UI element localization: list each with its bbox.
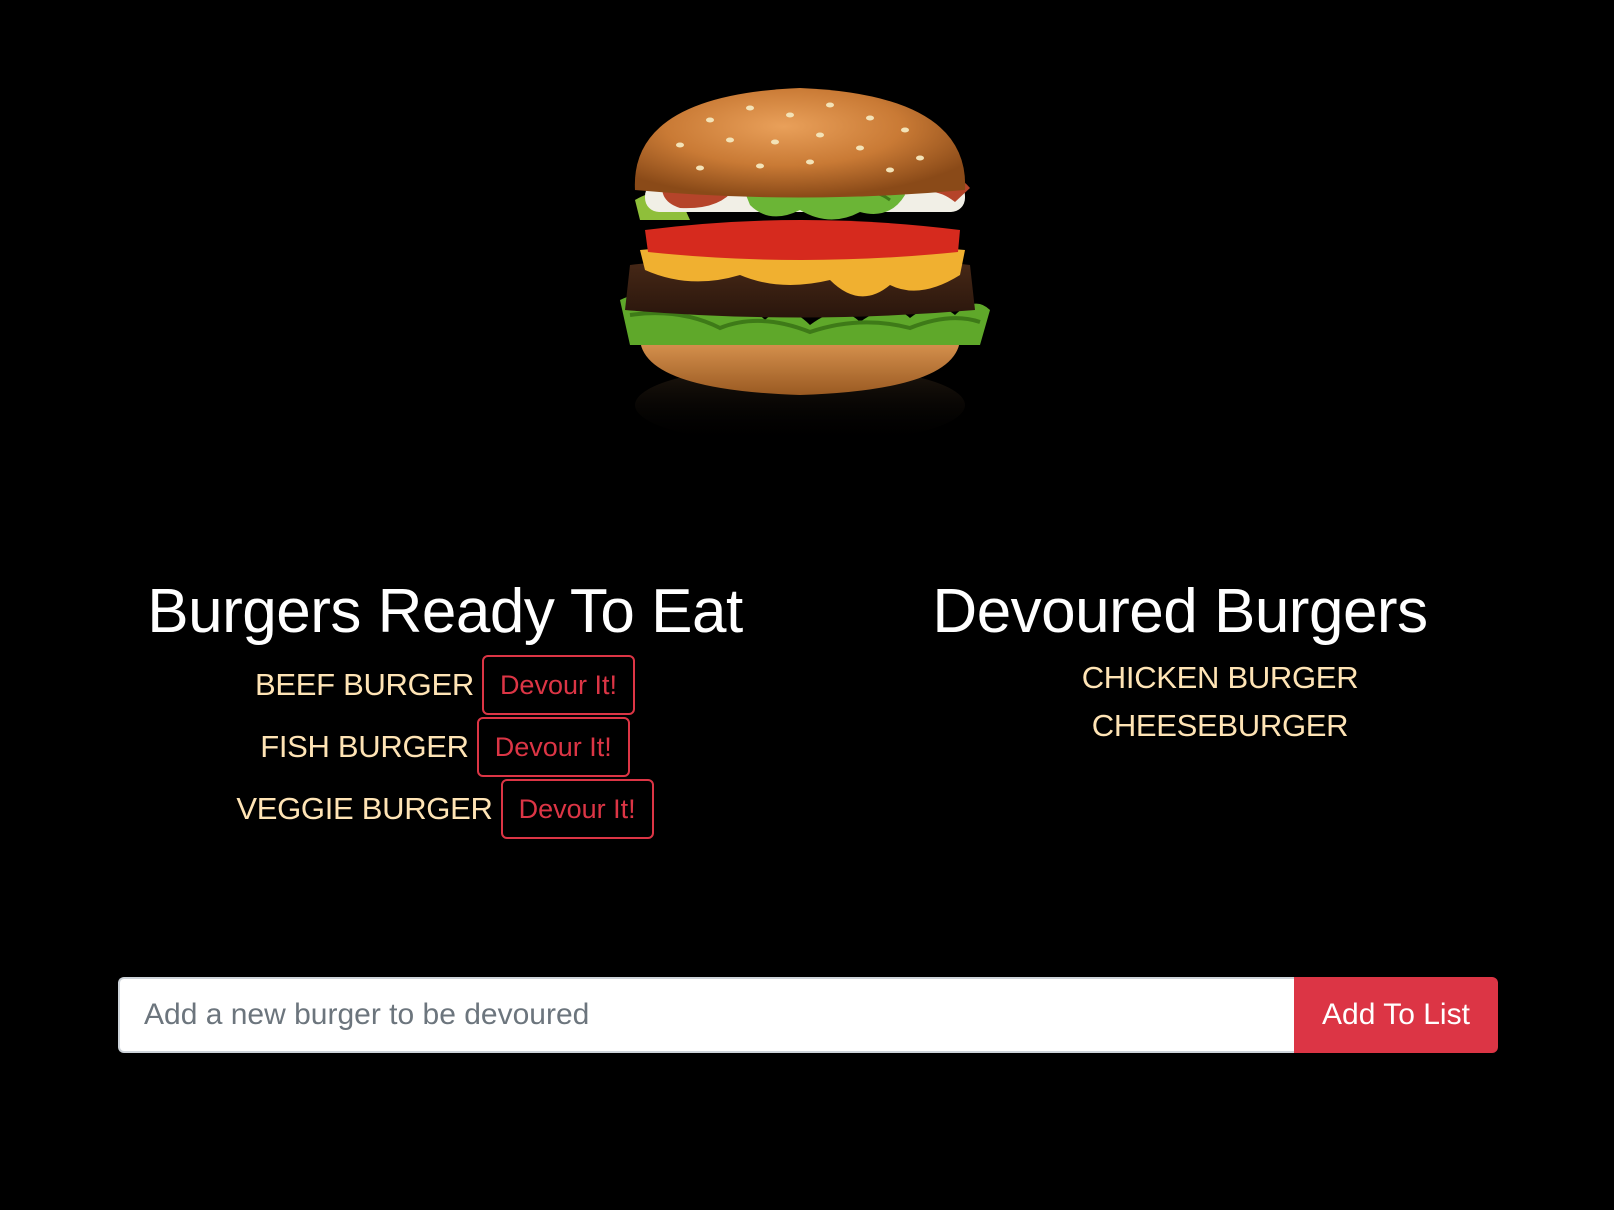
add-burger-form: Add To List (118, 977, 1498, 1053)
ready-list: BEEF BURGER Devour It! FISH BURGER Devou… (120, 654, 770, 840)
burger-name: VEGGIE BURGER (236, 791, 493, 826)
ready-section: Burgers Ready To Eat BEEF BURGER Devour … (120, 570, 770, 840)
list-item: CHICKEN BURGER (1081, 660, 1359, 695)
devoured-list: CHICKEN BURGER CHEESEBURGER (880, 654, 1480, 750)
devour-button[interactable]: Devour It! (476, 717, 630, 777)
add-to-list-button[interactable]: Add To List (1294, 977, 1498, 1053)
devoured-title: Devoured Burgers (932, 577, 1428, 646)
devoured-section: Devoured Burgers CHICKEN BURGER CHEESEBU… (880, 570, 1480, 750)
devour-button[interactable]: Devour It! (500, 779, 654, 839)
ready-title: Burgers Ready To Eat (147, 577, 743, 646)
list-item: FISH BURGER Devour It! (120, 716, 770, 778)
list-item: VEGGIE BURGER Devour It! (120, 778, 770, 840)
burger-input[interactable] (118, 977, 1294, 1053)
burger-name: FISH BURGER (260, 729, 469, 764)
list-item: CHEESEBURGER (1091, 708, 1349, 743)
list-item: BEEF BURGER Devour It! (120, 654, 770, 716)
devour-button[interactable]: Devour It! (481, 655, 635, 715)
page: Burgers Ready To Eat BEEF BURGER Devour … (0, 0, 1614, 1210)
burger-name: BEEF BURGER (255, 667, 474, 702)
burger-image (560, 70, 1060, 470)
